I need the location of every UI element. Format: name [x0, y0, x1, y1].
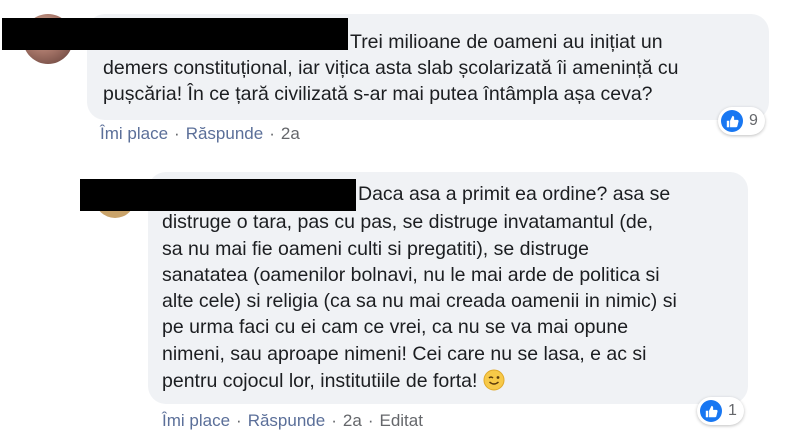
separator-dot: ·: [269, 124, 275, 143]
comment-text-line: demers constituțional, iar vițica asta s…: [103, 57, 679, 79]
comment-text-line: Daca asa a primit ea ordine? asa se: [358, 183, 671, 205]
comment-text-line: sanatatea (oamenilor bolnavi, nu le mai …: [162, 264, 660, 286]
comment-text-line: alte cele) si religia (ca sa nu mai crea…: [162, 290, 677, 312]
like-icon: [721, 110, 743, 132]
separator-dot: ·: [367, 411, 374, 430]
reaction-count: 1: [728, 402, 737, 419]
reply-link[interactable]: Răspunde: [186, 124, 264, 144]
reply-link[interactable]: Răspunde: [248, 411, 326, 431]
comment-text-line: sa nu mai fie oameni culti si pregatiti)…: [162, 238, 590, 260]
comment-text-line: distruge o tara, pas cu pas, se distruge…: [162, 211, 654, 233]
wink-emoji: [483, 369, 505, 391]
reaction-count: 9: [749, 112, 758, 129]
comment-time[interactable]: 2a: [343, 411, 362, 431]
comment-text-line-end: pentru cojocul lor, institutiile de fort…: [162, 370, 478, 392]
comment-text-line: pe urma faci cu ei cam ce vrei, ca nu se…: [162, 316, 629, 338]
reaction-summary[interactable]: 9: [718, 107, 765, 135]
comment-text-line: pentru cojocul lor, institutiile de fort…: [162, 368, 505, 394]
comment-text-line: pușcăria! În ce țară civilizată s-ar mai…: [103, 83, 653, 105]
separator-dot: ·: [236, 411, 242, 430]
separator-dot: ·: [331, 411, 337, 430]
edited-label[interactable]: Editat: [379, 411, 422, 431]
comment-actions: Îmi place · Răspunde · 2a: [100, 124, 300, 144]
redacted-author-name: [2, 18, 348, 50]
like-link[interactable]: Îmi place: [100, 124, 168, 144]
comment-text-line: Trei milioane de oameni au inițiat un: [350, 31, 663, 53]
comment-time[interactable]: 2a: [281, 124, 300, 144]
redacted-author-name: [80, 179, 356, 211]
comment-actions: Îmi place · Răspunde · 2a · Editat: [162, 411, 423, 431]
comment-text-line: nimeni, sau aproape nimeni! Cei care nu …: [162, 343, 647, 365]
like-icon: [700, 400, 722, 422]
separator-dot: ·: [174, 124, 180, 143]
like-link[interactable]: Îmi place: [162, 411, 230, 431]
